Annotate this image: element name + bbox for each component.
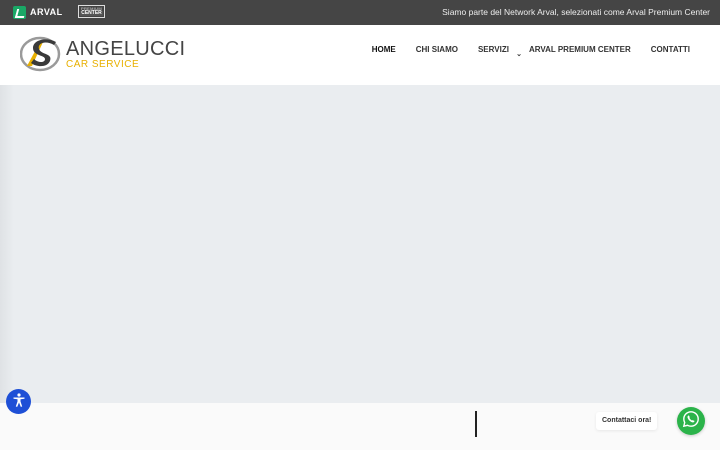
site-header: ANGELUCCI CAR SERVICE HOME CHI SIAMO SER…	[0, 25, 720, 85]
nav-item-servizi[interactable]: SERVIZI ⌄	[468, 44, 522, 58]
section-divider	[475, 411, 477, 437]
brand-name: ANGELUCCI	[66, 37, 186, 60]
nav-item-servizi-label: SERVIZI	[477, 45, 509, 54]
whatsapp-icon	[682, 410, 700, 432]
hero-banner	[0, 85, 720, 403]
accessibility-icon	[11, 392, 27, 412]
nav-item-contatti[interactable]: CONTATTI	[641, 44, 700, 56]
premium-center-badge: PREMIUM CENTER	[78, 5, 105, 18]
hero-edge-shade	[0, 85, 14, 403]
topbar-message: Siamo parte del Network Arval, seleziona…	[442, 7, 710, 17]
nav-item-home[interactable]: HOME	[362, 44, 406, 56]
nav-item-chi-siamo[interactable]: CHI SIAMO	[406, 44, 468, 56]
whatsapp-button[interactable]	[677, 407, 705, 435]
arval-logo-text: ARVAL	[30, 7, 63, 17]
contact-now-label[interactable]: Contattaci ora!	[596, 412, 658, 430]
arval-logo[interactable]: ARVAL	[13, 5, 63, 19]
logo-mark-icon	[19, 36, 62, 72]
arval-mark-icon	[13, 5, 26, 19]
nav-item-arval-premium-center[interactable]: ARVAL PREMIUM CENTER	[519, 44, 641, 56]
premium-badge-line2: CENTER	[80, 10, 103, 16]
site-logo[interactable]: ANGELUCCI CAR SERVICE	[19, 36, 186, 72]
top-bar: ARVAL PREMIUM CENTER Siamo parte del Net…	[0, 0, 720, 25]
main-nav: HOME CHI SIAMO SERVIZI ⌄ ARVAL PREMIUM CE…	[362, 44, 700, 58]
brand-subtitle: CAR SERVICE	[66, 58, 140, 70]
accessibility-button[interactable]	[6, 389, 31, 414]
